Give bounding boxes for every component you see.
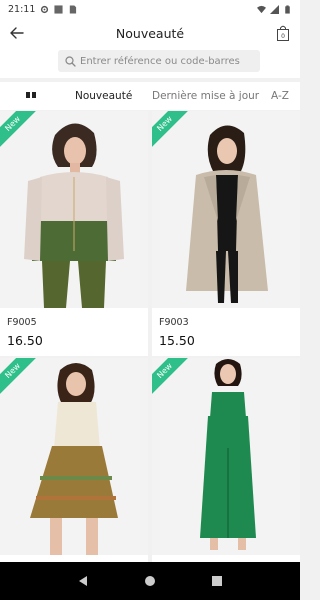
product-image bbox=[0, 358, 148, 555]
recents-square-icon[interactable] bbox=[211, 575, 223, 587]
product-ref: F9005 bbox=[7, 317, 37, 328]
battery-icon bbox=[285, 4, 290, 14]
back-triangle-icon[interactable] bbox=[77, 575, 89, 587]
media-icon bbox=[54, 4, 63, 14]
search-input[interactable]: Entrer référence ou code-barres bbox=[58, 50, 260, 72]
search-placeholder: Entrer référence ou code-barres bbox=[80, 55, 240, 67]
sd-card-icon bbox=[70, 4, 77, 14]
tab-nouveaute[interactable]: Nouveauté bbox=[75, 90, 132, 102]
signal-icon bbox=[270, 4, 279, 14]
product-card[interactable]: New F9005 16.50 bbox=[0, 111, 148, 356]
back-arrow-icon[interactable] bbox=[8, 24, 26, 42]
tab-derniere-mise-a-jour[interactable]: Dernière mise à jour bbox=[152, 90, 259, 102]
tab-a-z[interactable]: A-Z bbox=[271, 90, 289, 102]
product-card[interactable]: New F9003 15.50 bbox=[152, 111, 300, 356]
shopping-bag-icon: 0 bbox=[277, 25, 289, 41]
product-image bbox=[0, 111, 148, 308]
shopping-bag-button[interactable]: 0 bbox=[276, 24, 290, 42]
system-nav-bar bbox=[0, 562, 300, 600]
product-ref: F9003 bbox=[159, 317, 189, 328]
page-title: Nouveauté bbox=[115, 25, 185, 41]
product-image bbox=[152, 111, 300, 308]
home-circle-icon[interactable] bbox=[144, 575, 156, 587]
grid-view-icon[interactable] bbox=[26, 92, 36, 98]
search-icon bbox=[65, 56, 76, 67]
app-bar: Nouveauté 0 bbox=[0, 18, 300, 48]
product-price: 16.50 bbox=[7, 333, 43, 348]
product-price: 15.50 bbox=[159, 333, 195, 348]
status-bar: 21:11 bbox=[0, 0, 300, 18]
settings-icon bbox=[41, 5, 49, 13]
status-time: 21:11 bbox=[8, 3, 36, 15]
sort-bar: Nouveauté Dernière mise à jour A-Z bbox=[0, 82, 300, 110]
wifi-icon bbox=[257, 5, 266, 13]
search-bar: Entrer référence ou code-barres bbox=[0, 48, 300, 78]
product-image bbox=[152, 358, 300, 555]
cart-count: 0 bbox=[281, 33, 285, 40]
